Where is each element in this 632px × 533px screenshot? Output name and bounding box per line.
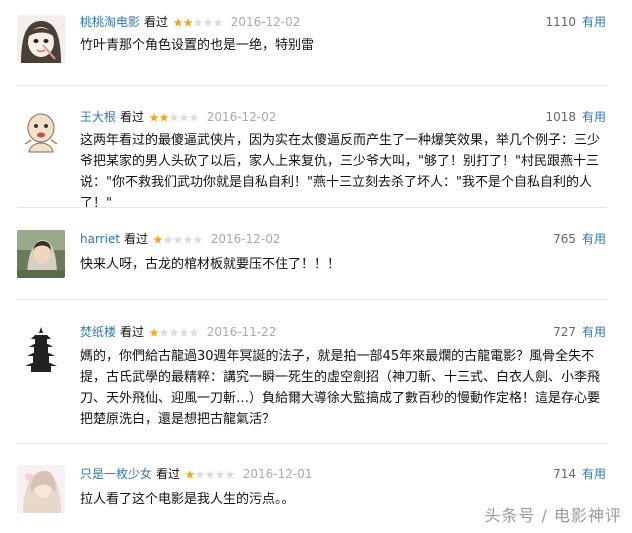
star-empty-icon: [195, 469, 205, 479]
rating-stars: [185, 467, 235, 485]
vote-count: 765: [553, 232, 576, 246]
star-filled-icon: [173, 17, 183, 27]
vote-count: 714: [553, 467, 576, 481]
star-empty-icon: [215, 469, 225, 479]
watched-label: 看过: [144, 15, 169, 29]
rating-stars: [153, 232, 203, 250]
avatar[interactable]: [17, 15, 65, 63]
divider: [17, 207, 607, 208]
author-link[interactable]: 焚纸楼: [80, 325, 116, 339]
useful-button[interactable]: 有用: [582, 110, 606, 124]
vote-area: 714 有用: [553, 465, 606, 483]
star-empty-icon: [193, 234, 203, 244]
comment-header: 桃桃淘电影 看过 2016-12-02 1110 有用: [80, 13, 632, 31]
avatar[interactable]: [17, 230, 65, 278]
star-filled-icon: [159, 112, 169, 122]
useful-button[interactable]: 有用: [582, 325, 606, 339]
star-empty-icon: [189, 327, 199, 337]
star-empty-icon: [169, 327, 179, 337]
vote-area: 1110 有用: [545, 13, 606, 31]
star-filled-icon: [153, 234, 163, 244]
comment-header: 只是一枚少女 看过 2016-12-01 714 有用: [80, 465, 632, 483]
watermark: 头条号 / 电影神评: [484, 506, 622, 525]
star-filled-icon: [183, 17, 193, 27]
useful-button[interactable]: 有用: [582, 467, 606, 481]
star-filled-icon: [149, 327, 159, 337]
watched-label: 看过: [120, 325, 145, 339]
star-empty-icon: [159, 327, 169, 337]
comment-header: 王大根 看过 2016-12-02 1018 有用: [80, 108, 632, 126]
avatar-image: [17, 230, 65, 278]
star-empty-icon: [225, 469, 235, 479]
avatar-image: [17, 108, 65, 156]
author-link[interactable]: harriet: [80, 232, 120, 246]
vote-area: 765 有用: [553, 230, 606, 248]
comment-header: harriet 看过 2016-12-02 765 有用: [80, 230, 632, 248]
star-empty-icon: [179, 327, 189, 337]
comment-text: 这两年看过的最傻逼武侠片，因为实在太傻逼反而产生了一种爆笑效果，举几个例子：三少…: [80, 133, 601, 211]
star-empty-icon: [189, 112, 199, 122]
vote-count: 1110: [545, 15, 576, 29]
star-filled-icon: [149, 112, 159, 122]
vote-count: 727: [553, 325, 576, 339]
star-empty-icon: [203, 17, 213, 27]
watched-label: 看过: [120, 110, 145, 124]
comment-text: 媽的，你們給古龍過30週年冥誕的法子，就是拍一部45年來最爛的古龍電影？風骨全失…: [80, 349, 601, 427]
star-empty-icon: [169, 112, 179, 122]
avatar-image: [17, 15, 65, 63]
useful-button[interactable]: 有用: [582, 15, 606, 29]
avatar-image: [17, 325, 65, 373]
comment-date: 2016-12-02: [230, 15, 301, 29]
comment-date: 2016-12-02: [206, 110, 277, 124]
avatar[interactable]: [17, 325, 65, 373]
star-empty-icon: [213, 17, 223, 27]
star-empty-icon: [183, 234, 193, 244]
rating-stars: [149, 325, 199, 343]
vote-area: 1018 有用: [545, 108, 606, 126]
watched-label: 看过: [156, 467, 181, 481]
star-filled-icon: [185, 469, 195, 479]
divider: [17, 299, 607, 300]
author-link[interactable]: 王大根: [80, 110, 116, 124]
divider: [17, 443, 607, 444]
author-link[interactable]: 只是一枚少女: [80, 467, 152, 481]
comment-text: 快来人呀，古龙的棺材板就要压不住了！！！: [80, 257, 341, 272]
avatar[interactable]: [17, 465, 65, 513]
author-link[interactable]: 桃桃淘电影: [80, 15, 140, 29]
watched-label: 看过: [124, 232, 149, 246]
star-empty-icon: [163, 234, 173, 244]
star-empty-icon: [179, 112, 189, 122]
star-empty-icon: [173, 234, 183, 244]
rating-stars: [173, 15, 223, 33]
comment-date: 2016-12-02: [210, 232, 281, 246]
divider: [17, 85, 607, 86]
comment-date: 2016-12-01: [242, 467, 313, 481]
comment-text: 竹叶青那个角色设置的也是一绝，特别雷: [80, 38, 315, 53]
comment-header: 焚纸楼 看过 2016-11-22 727 有用: [80, 323, 632, 341]
star-empty-icon: [193, 17, 203, 27]
vote-area: 727 有用: [553, 323, 606, 341]
vote-count: 1018: [545, 110, 576, 124]
avatar[interactable]: [17, 108, 65, 156]
useful-button[interactable]: 有用: [582, 232, 606, 246]
rating-stars: [149, 110, 199, 128]
avatar-image: [17, 465, 65, 513]
comment-date: 2016-11-22: [206, 325, 277, 339]
star-empty-icon: [205, 469, 215, 479]
